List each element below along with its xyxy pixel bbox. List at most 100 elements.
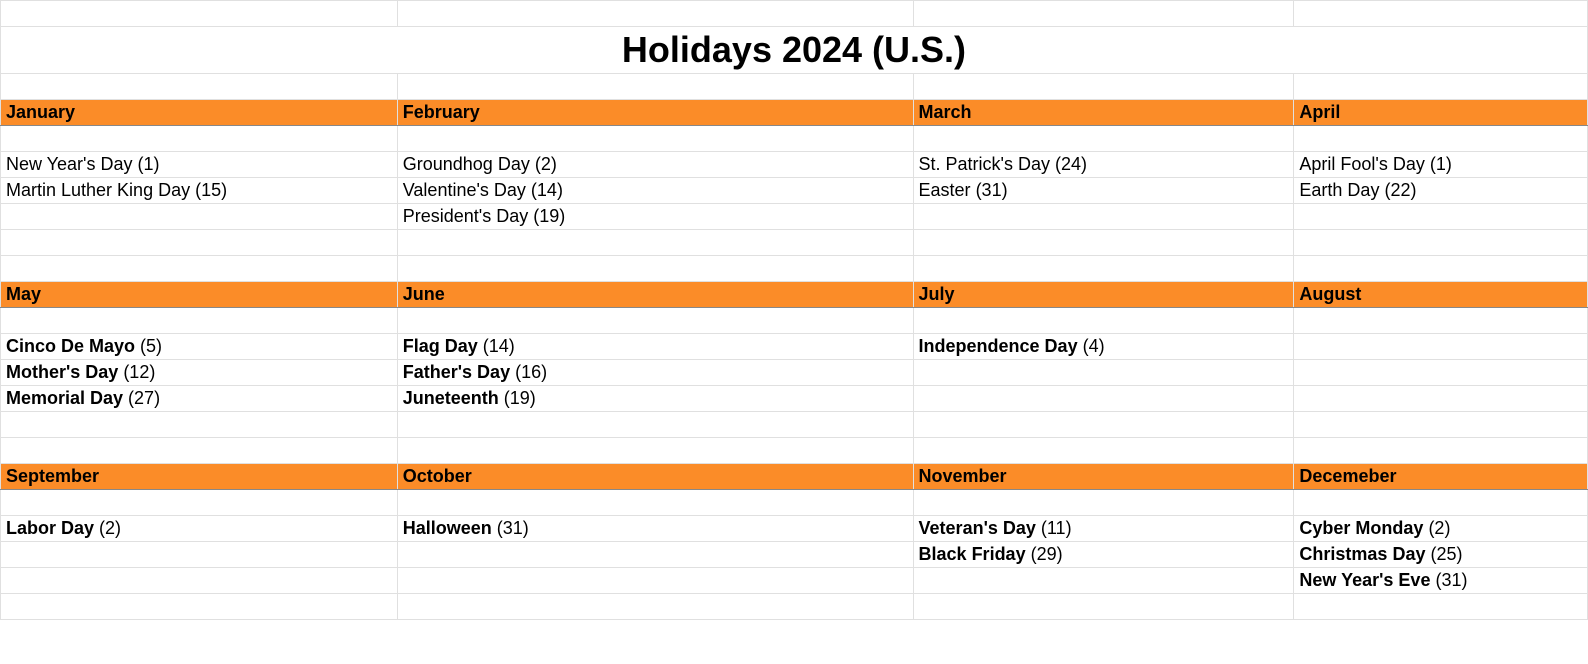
empty-cell [913, 386, 1294, 412]
month-header: November [913, 464, 1294, 490]
empty-cell [1, 74, 398, 100]
holiday-cell: Earth Day (22) [1294, 178, 1588, 204]
holiday-name: Juneteenth [403, 388, 499, 408]
holiday-day: (14) [526, 180, 563, 200]
holiday-day: (31) [492, 518, 529, 538]
month-header: August [1294, 282, 1588, 308]
holiday-name: Groundhog Day [403, 154, 530, 174]
holiday-name: President's Day [403, 206, 529, 226]
empty-cell [913, 126, 1294, 152]
month-header: September [1, 464, 398, 490]
holiday-cell: Cinco De Mayo (5) [1, 334, 398, 360]
empty-cell [1, 1, 398, 27]
holiday-day: (12) [118, 362, 155, 382]
holiday-day: (14) [478, 336, 515, 356]
holiday-name: Labor Day [6, 518, 94, 538]
holiday-day: (5) [135, 336, 162, 356]
empty-cell [913, 594, 1294, 620]
holiday-name: Earth Day [1299, 180, 1379, 200]
empty-cell [913, 568, 1294, 594]
empty-cell [1, 230, 398, 256]
holiday-name: Independence Day [919, 336, 1078, 356]
empty-cell [1294, 308, 1588, 334]
empty-cell [913, 230, 1294, 256]
holiday-name: Valentine's Day [403, 180, 526, 200]
holiday-day: (31) [1430, 570, 1467, 590]
holiday-day: (2) [530, 154, 557, 174]
empty-cell [1294, 386, 1588, 412]
holiday-cell: Christmas Day (25) [1294, 542, 1588, 568]
empty-cell [397, 256, 913, 282]
empty-cell [397, 308, 913, 334]
holiday-day: (1) [1425, 154, 1452, 174]
empty-cell [397, 490, 913, 516]
empty-cell [913, 74, 1294, 100]
empty-cell [1294, 204, 1588, 230]
empty-cell [1, 594, 398, 620]
empty-cell [1, 308, 398, 334]
empty-cell [913, 204, 1294, 230]
holiday-cell: Groundhog Day (2) [397, 152, 913, 178]
empty-cell [397, 542, 913, 568]
month-header: May [1, 282, 398, 308]
holiday-name: Flag Day [403, 336, 478, 356]
empty-cell [1294, 1, 1588, 27]
empty-cell [1294, 412, 1588, 438]
empty-cell [913, 360, 1294, 386]
holiday-cell: Labor Day (2) [1, 516, 398, 542]
empty-cell [397, 594, 913, 620]
holiday-cell: April Fool's Day (1) [1294, 152, 1588, 178]
empty-cell [913, 256, 1294, 282]
month-header: March [913, 100, 1294, 126]
empty-cell [1, 490, 398, 516]
month-header: July [913, 282, 1294, 308]
holiday-day: (11) [1036, 518, 1072, 538]
holiday-name: New Year's Eve [1299, 570, 1430, 590]
holiday-cell: Memorial Day (27) [1, 386, 398, 412]
holiday-name: Father's Day [403, 362, 510, 382]
holiday-name: April Fool's Day [1299, 154, 1424, 174]
month-header: January [1, 100, 398, 126]
holiday-cell: New Year's Day (1) [1, 152, 398, 178]
empty-cell [1, 256, 398, 282]
empty-cell [1294, 594, 1588, 620]
holiday-cell: New Year's Eve (31) [1294, 568, 1588, 594]
empty-cell [1, 568, 398, 594]
holiday-cell: Flag Day (14) [397, 334, 913, 360]
holiday-day: (24) [1050, 154, 1087, 174]
holiday-cell: Mother's Day (12) [1, 360, 398, 386]
holiday-cell: Independence Day (4) [913, 334, 1294, 360]
holiday-name: Cyber Monday [1299, 518, 1423, 538]
holiday-name: Easter [919, 180, 971, 200]
month-header: June [397, 282, 913, 308]
holiday-cell: President's Day (19) [397, 204, 913, 230]
holiday-day: (19) [528, 206, 565, 226]
holiday-day: (22) [1379, 180, 1416, 200]
empty-cell [1294, 334, 1588, 360]
month-header: February [397, 100, 913, 126]
empty-cell [913, 1, 1294, 27]
holiday-cell: Father's Day (16) [397, 360, 913, 386]
page-title: Holidays 2024 (U.S.) [1, 27, 1588, 74]
holiday-cell: Cyber Monday (2) [1294, 516, 1588, 542]
holiday-day: (16) [510, 362, 547, 382]
holiday-cell: Easter (31) [913, 178, 1294, 204]
empty-cell [1294, 230, 1588, 256]
holiday-name: Cinco De Mayo [6, 336, 135, 356]
empty-cell [397, 74, 913, 100]
empty-cell [397, 230, 913, 256]
holiday-name: New Year's Day [6, 154, 133, 174]
holiday-day: (15) [190, 180, 227, 200]
holiday-cell: Black Friday (29) [913, 542, 1294, 568]
empty-cell [1, 204, 398, 230]
empty-cell [1294, 256, 1588, 282]
holiday-name: St. Patrick's Day [919, 154, 1050, 174]
empty-cell [913, 438, 1294, 464]
empty-cell [397, 412, 913, 438]
empty-cell [1, 412, 398, 438]
holiday-cell: Halloween (31) [397, 516, 913, 542]
month-header: October [397, 464, 913, 490]
empty-cell [1294, 490, 1588, 516]
empty-cell [1, 542, 398, 568]
month-header: April [1294, 100, 1588, 126]
